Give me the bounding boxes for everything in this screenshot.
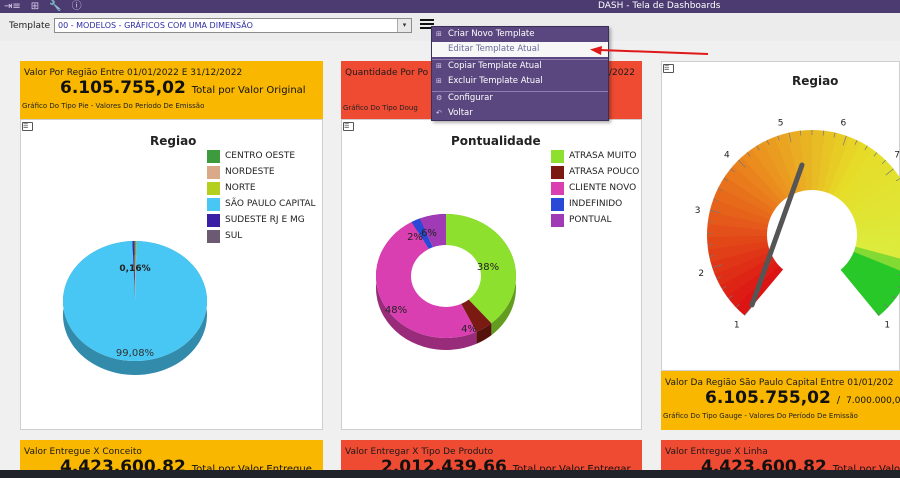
legend-item[interactable]: ATRASA MUITO [551, 148, 639, 164]
pie-label-big: 99,08% [116, 348, 154, 359]
legend-label: ATRASA MUITO [569, 151, 637, 161]
panel3-footer: Valor Da Região São Paulo Capital Entre … [661, 371, 900, 430]
donut-label: 48% [385, 305, 407, 316]
gauge-tick-label: 1 [884, 321, 890, 331]
back-icon: ↶ [436, 109, 442, 117]
wrench-icon[interactable]: 🔧 [49, 0, 61, 13]
legend-label: SÃO PAULO CAPITAL [225, 199, 316, 209]
chart3-title: Regiao [792, 74, 839, 88]
panel1-title: Valor Por Região Entre 01/01/2022 E 31/1… [24, 68, 243, 78]
grid-icon[interactable]: ⊞ [31, 0, 39, 13]
panel1-value-suffix: Total por Valor Original [191, 85, 306, 96]
panel3-subtitle: Gráfico Do Tipo Gauge - Valores Do Perío… [663, 412, 858, 420]
panel3-value: 6.105.755,02 [705, 388, 831, 408]
legend-item[interactable]: CENTRO OESTE [207, 148, 316, 164]
panel1-value: 6.105.755,02 [60, 78, 186, 98]
legend-swatch [207, 181, 220, 195]
panel3-footer-title: Valor Da Região São Paulo Capital Entre … [665, 378, 894, 388]
menu-item-copiar[interactable]: ⊞ Copiar Template Atual [432, 59, 608, 74]
donut-label: 6% [421, 228, 437, 239]
menu-item-criar[interactable]: ⊞ Criar Novo Template [432, 27, 608, 42]
chevron-down-icon[interactable]: ▾ [397, 19, 411, 32]
panel1-chart: ☰ Regiao CENTRO OESTE NORDESTE NORTE SÃO PA… [20, 119, 323, 430]
legend-item[interactable]: SÃO PAULO CAPITAL [207, 196, 316, 212]
gauge-svg: 1234567891 [695, 118, 900, 331]
delete-template-icon: ⊞ [436, 77, 442, 85]
panel3-chart: ☰ Regiao 1234567891 [661, 61, 900, 371]
legend-swatch [207, 165, 220, 179]
expand-icon[interactable]: ⇥≡ [4, 0, 21, 13]
panel2-subtitle: Gráfico Do Tipo Doug [343, 104, 418, 112]
gauge-tick-label: 4 [724, 151, 730, 161]
bottom-panel1-header: Valor Entregue X Conceito 4.423.600,82 T… [20, 440, 323, 477]
panel1-subtitle: Gráfico Do Tipo Pie - Valores Do Período… [22, 102, 205, 110]
menu-item-voltar[interactable]: ↶ Voltar [432, 106, 608, 121]
list-icon[interactable]: ☰ [343, 122, 354, 131]
chart2-svg: 38%4%48%2%6% [375, 214, 516, 351]
panel2-title: Quantidade Por Po [345, 68, 429, 78]
bottom-panel2-header: Valor Entregar X Tipo De Produto 2.012.4… [341, 440, 642, 477]
legend-item[interactable]: NORTE [207, 180, 316, 196]
menu-item-configurar[interactable]: ⚙ Configurar [432, 91, 608, 106]
legend-label: CENTRO OESTE [225, 151, 296, 161]
panel1-header: Valor Por Região Entre 01/01/2022 E 31/1… [20, 61, 323, 119]
bottom-panel1-title: Valor Entregue X Conceito [24, 447, 142, 457]
bottom-panel3-header: Valor Entregue X Linha 4.423.600,82 Tota… [661, 440, 900, 477]
gauge-tick-label: 1 [734, 321, 740, 331]
annotation-arrow [590, 46, 709, 55]
legend-swatch [207, 149, 220, 163]
bottom-panel2-title: Valor Entregar X Tipo De Produto [345, 447, 494, 457]
pie-label-small: 0,16% [119, 264, 150, 274]
legend-item[interactable]: NORDESTE [207, 164, 316, 180]
template-select[interactable]: 00 - MODELOS - GRÁFICOS COM UMA DIMENSÃO… [54, 18, 412, 33]
gauge-tick-label: 6 [841, 118, 847, 128]
chart1-svg: 0,16% 99,08% [62, 241, 207, 376]
copy-template-icon: ⊞ [436, 62, 442, 70]
gauge-tick-label: 7 [894, 151, 900, 161]
taskbar [0, 470, 900, 478]
bottom-panel3-title: Valor Entregue X Linha [665, 447, 768, 457]
panel3-sep: / [836, 395, 841, 406]
template-select-value: 00 - MODELOS - GRÁFICOS COM UMA DIMENSÃO [58, 21, 253, 30]
chart1-title: Regiao [150, 134, 197, 148]
legend-label: ATRASA POUCO [569, 167, 640, 177]
legend-swatch [207, 197, 220, 211]
legend-item[interactable]: ATRASA POUCO [551, 164, 639, 180]
legend-label: SUL [225, 231, 243, 241]
title-bar: ⇥≡ ⊞ 🔧 ⓘ DASH - Tela de Dashboards [0, 0, 900, 13]
legend-label: NORTE [225, 183, 256, 193]
legend-label: CLIENTE NOVO [569, 183, 637, 193]
legend-label: SUDESTE RJ E MG [225, 215, 305, 225]
panel3-target: 7.000.000,00 [846, 396, 900, 406]
new-template-icon: ⊞ [436, 30, 442, 38]
window-title: DASH - Tela de Dashboards [598, 1, 721, 11]
donut-hole [411, 245, 481, 307]
info-icon[interactable]: ⓘ [72, 0, 82, 13]
list-icon[interactable]: ☰ [22, 122, 33, 131]
menu-item-editar[interactable]: Editar Template Atual [432, 42, 608, 57]
panel2-chart: ☰ Pontualidade ATRASA MUITO ATRASA POUCO C… [341, 119, 642, 430]
donut-label: 4% [461, 324, 477, 335]
legend-item[interactable]: CLIENTE NOVO [551, 180, 639, 196]
template-menu: ⊞ Criar Novo Template Editar Template Atu… [431, 26, 609, 121]
menu-item-excluir[interactable]: ⊞ Excluir Template Atual [432, 74, 608, 89]
chart2-title: Pontualidade [451, 134, 541, 148]
template-label: Template [9, 21, 51, 31]
legend-label: PONTUAL [569, 215, 612, 225]
panel2-title-end: /2022 [609, 68, 635, 78]
gauge-tick-label: 3 [695, 206, 701, 216]
donut-label: 38% [477, 262, 499, 273]
gauge-tick-label: 2 [698, 269, 704, 279]
legend-swatch [551, 165, 564, 179]
settings-icon: ⚙ [436, 94, 443, 102]
legend-label: NORDESTE [225, 167, 275, 177]
legend-label: INDEFINIDO [569, 199, 623, 209]
legend-swatch [551, 149, 564, 163]
gauge-tick-label: 5 [778, 118, 784, 128]
list-icon[interactable]: ☰ [663, 64, 674, 73]
legend-swatch [551, 181, 564, 195]
